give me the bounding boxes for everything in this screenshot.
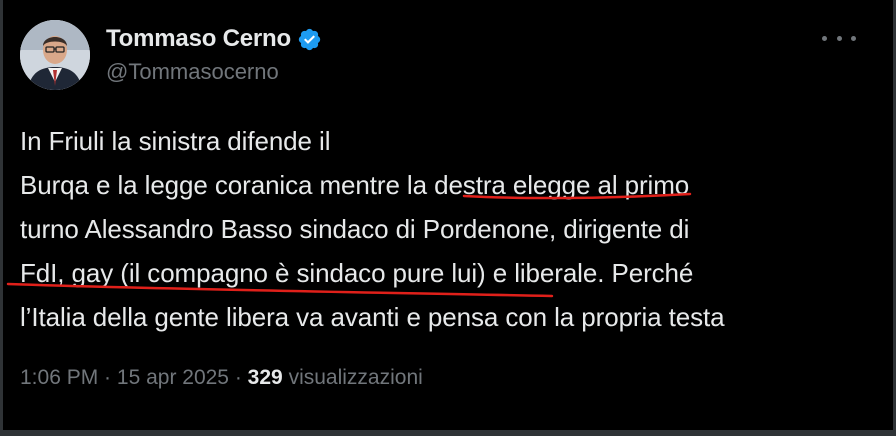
avatar[interactable] [20,20,90,90]
tweet-meta: 1:06 PM · 15 apr 2025 · 329 visualizzazi… [20,366,423,390]
more-dot [836,35,842,41]
avatar-image [20,20,90,90]
more-dot [822,35,827,41]
views-label: visualizzazioni [288,366,423,389]
views-count: 329 [247,366,283,389]
author-block: Tommaso Cerno @Tommasocerno [106,24,322,85]
author-name-row: Tommaso Cerno [106,24,322,54]
author-handle[interactable]: @Tommasocerno [106,59,322,85]
tweet-text-line: In Friuli la sinistra difende il [20,126,331,156]
author-display-name[interactable]: Tommaso Cerno [106,25,291,53]
more-options-icon[interactable] [822,28,856,48]
tweet-date[interactable]: 15 apr 2025 [117,366,229,389]
tweet-text-line: l’Italia della gente libera va avanti e … [20,302,725,332]
tweet-text-line: Burqa e la legge coranica mentre la dest… [20,170,690,200]
verified-badge-icon[interactable] [297,27,322,52]
tweet-card: Tommaso Cerno @Tommasocerno In Friuli la… [0,0,896,436]
tweet-text-line: FdI, gay (il compagno è sindaco pure lui… [20,258,694,288]
meta-separator: · [98,366,117,389]
tweet-text-line: turno Alessandro Basso sindaco di Porden… [20,214,690,244]
meta-separator: · [229,366,248,389]
tweet-text: In Friuli la sinistra difende il Burqa e… [20,119,880,339]
tweet-time[interactable]: 1:06 PM [20,366,98,389]
more-dot [851,35,856,41]
